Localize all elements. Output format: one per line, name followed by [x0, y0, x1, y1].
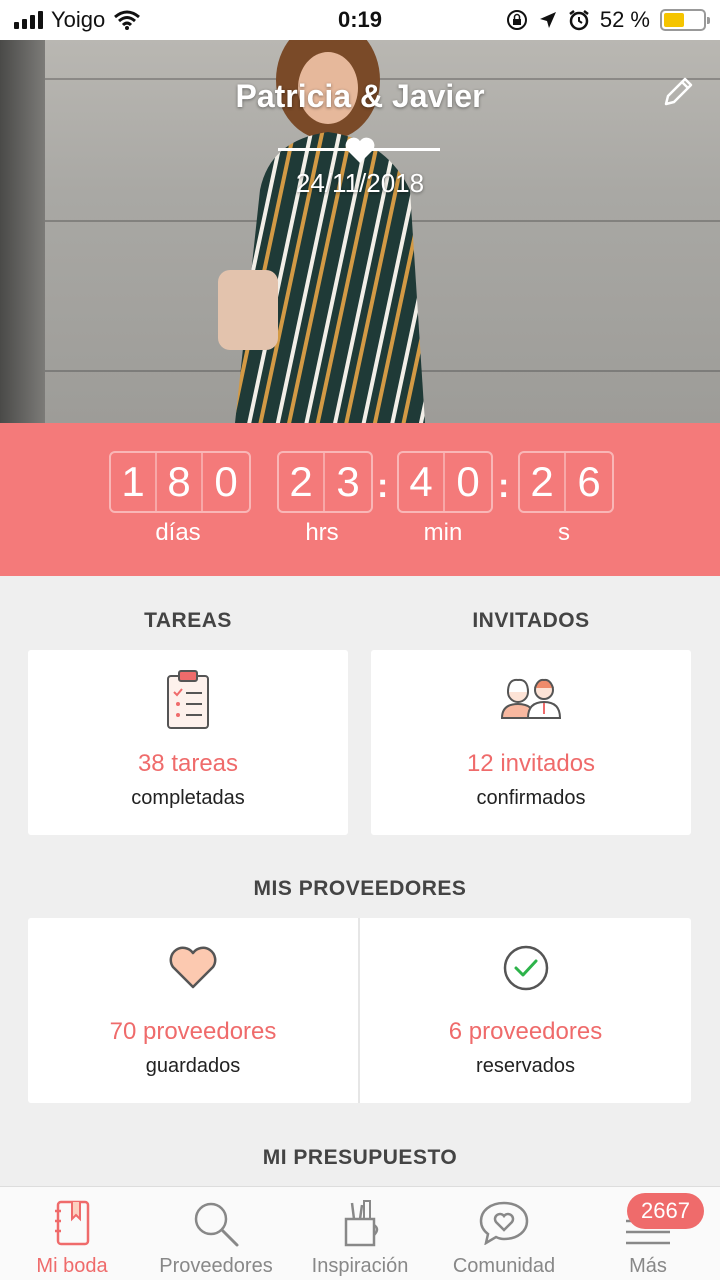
- tab-label: Más: [629, 1255, 667, 1277]
- battery-percentage: 52 %: [599, 7, 650, 32]
- wedding-cover-photo[interactable]: Patricia & Javier 24/11/2018: [0, 40, 720, 423]
- countdown-label-seconds: s: [558, 519, 570, 546]
- guests-couple-icon: [500, 678, 562, 719]
- tab-label: Inspiración: [311, 1255, 409, 1277]
- budget-section-title: MI PRESUPUESTO: [262, 1146, 458, 1169]
- countdown-digit: 1: [111, 453, 157, 511]
- booked-vendors-label: reservados: [476, 1055, 575, 1077]
- status-bar: Yoigo 0:19 52 %: [0, 0, 720, 40]
- wedding-countdown: 1 8 0 2 3 : 4 0 : 2 6 días hrs min s: [0, 423, 720, 576]
- tab-label: Mi boda: [36, 1255, 108, 1277]
- tools-jar-icon: [344, 1200, 379, 1247]
- countdown-digit: 0: [214, 458, 238, 505]
- countdown-minutes: 4 0: [397, 451, 493, 513]
- countdown-hours: 2 3: [277, 451, 373, 513]
- tasks-card[interactable]: 38 tareas completadas: [28, 650, 348, 835]
- clipboard-checklist-icon: [167, 670, 209, 729]
- guests-card[interactable]: 12 invitados confirmados: [371, 650, 691, 835]
- alarm-icon: [569, 10, 589, 31]
- notebook-icon: [55, 1200, 90, 1246]
- guests-confirmed-count: 12 invitados: [466, 750, 596, 777]
- tab-comunidad[interactable]: Comunidad: [432, 1187, 576, 1280]
- edit-pencil-icon[interactable]: [660, 74, 696, 110]
- countdown-digit: 2: [279, 453, 325, 511]
- heart-divider: [0, 136, 720, 166]
- tab-label: Proveedores: [159, 1255, 273, 1277]
- countdown-days: 1 8 0: [109, 451, 251, 513]
- countdown-label-minutes: min: [423, 519, 463, 546]
- guests-section-title: INVITADOS: [472, 609, 590, 632]
- booked-vendors-count: 6 proveedores: [448, 1018, 603, 1045]
- guests-confirmed-label: confirmados: [476, 787, 586, 809]
- chat-heart-icon: [479, 1201, 529, 1245]
- couple-names: Patricia & Javier: [235, 78, 485, 114]
- tasks-section-title: TAREAS: [144, 609, 232, 632]
- booked-vendors[interactable]: 6 proveedores reservados: [360, 918, 691, 1103]
- battery-icon: [660, 9, 710, 31]
- tab-proveedores[interactable]: Proveedores: [144, 1187, 288, 1280]
- countdown-separator: :: [498, 467, 510, 505]
- countdown-digit: 2: [520, 453, 566, 511]
- bottom-tab-bar: Mi boda Proveedores Inspiración Comunida…: [0, 1186, 720, 1280]
- heart-outline-icon: [169, 946, 217, 989]
- wedding-date: 24/11/2018: [295, 168, 425, 198]
- tab-inspiracion[interactable]: Inspiración: [288, 1187, 432, 1280]
- countdown-seconds: 2 6: [518, 451, 614, 513]
- location-icon: [539, 12, 556, 28]
- tab-mi-boda[interactable]: Mi boda: [0, 1187, 144, 1280]
- notification-badge: 2667: [627, 1193, 704, 1229]
- orientation-lock-icon: [506, 10, 527, 30]
- check-circle-icon: [503, 945, 548, 991]
- vendors-section-title: MIS PROVEEDORES: [253, 877, 467, 900]
- wifi-icon: [114, 10, 141, 30]
- countdown-digit: 8: [157, 453, 203, 511]
- countdown-separator: :: [377, 467, 389, 505]
- countdown-digit: 4: [399, 453, 445, 511]
- countdown-label-days: días: [155, 519, 201, 546]
- search-icon: [194, 1202, 239, 1247]
- countdown-label-hours: hrs: [305, 519, 339, 546]
- saved-vendors-label: guardados: [145, 1055, 241, 1077]
- carrier-label: Yoigo: [51, 7, 106, 32]
- heart-icon: [345, 137, 375, 163]
- vendors-card: 70 proveedores guardados 6 proveedores r…: [28, 918, 691, 1103]
- saved-vendors-count: 70 proveedores: [109, 1018, 277, 1045]
- countdown-digit: 3: [336, 458, 360, 505]
- tasks-completed-label: completadas: [131, 787, 245, 809]
- saved-vendors[interactable]: 70 proveedores guardados: [28, 918, 358, 1103]
- signal-icon: [14, 11, 43, 29]
- tasks-completed-count: 38 tareas: [137, 750, 239, 777]
- countdown-digit: 0: [456, 458, 480, 505]
- tab-label: Comunidad: [452, 1255, 556, 1277]
- countdown-digit: 6: [577, 458, 601, 505]
